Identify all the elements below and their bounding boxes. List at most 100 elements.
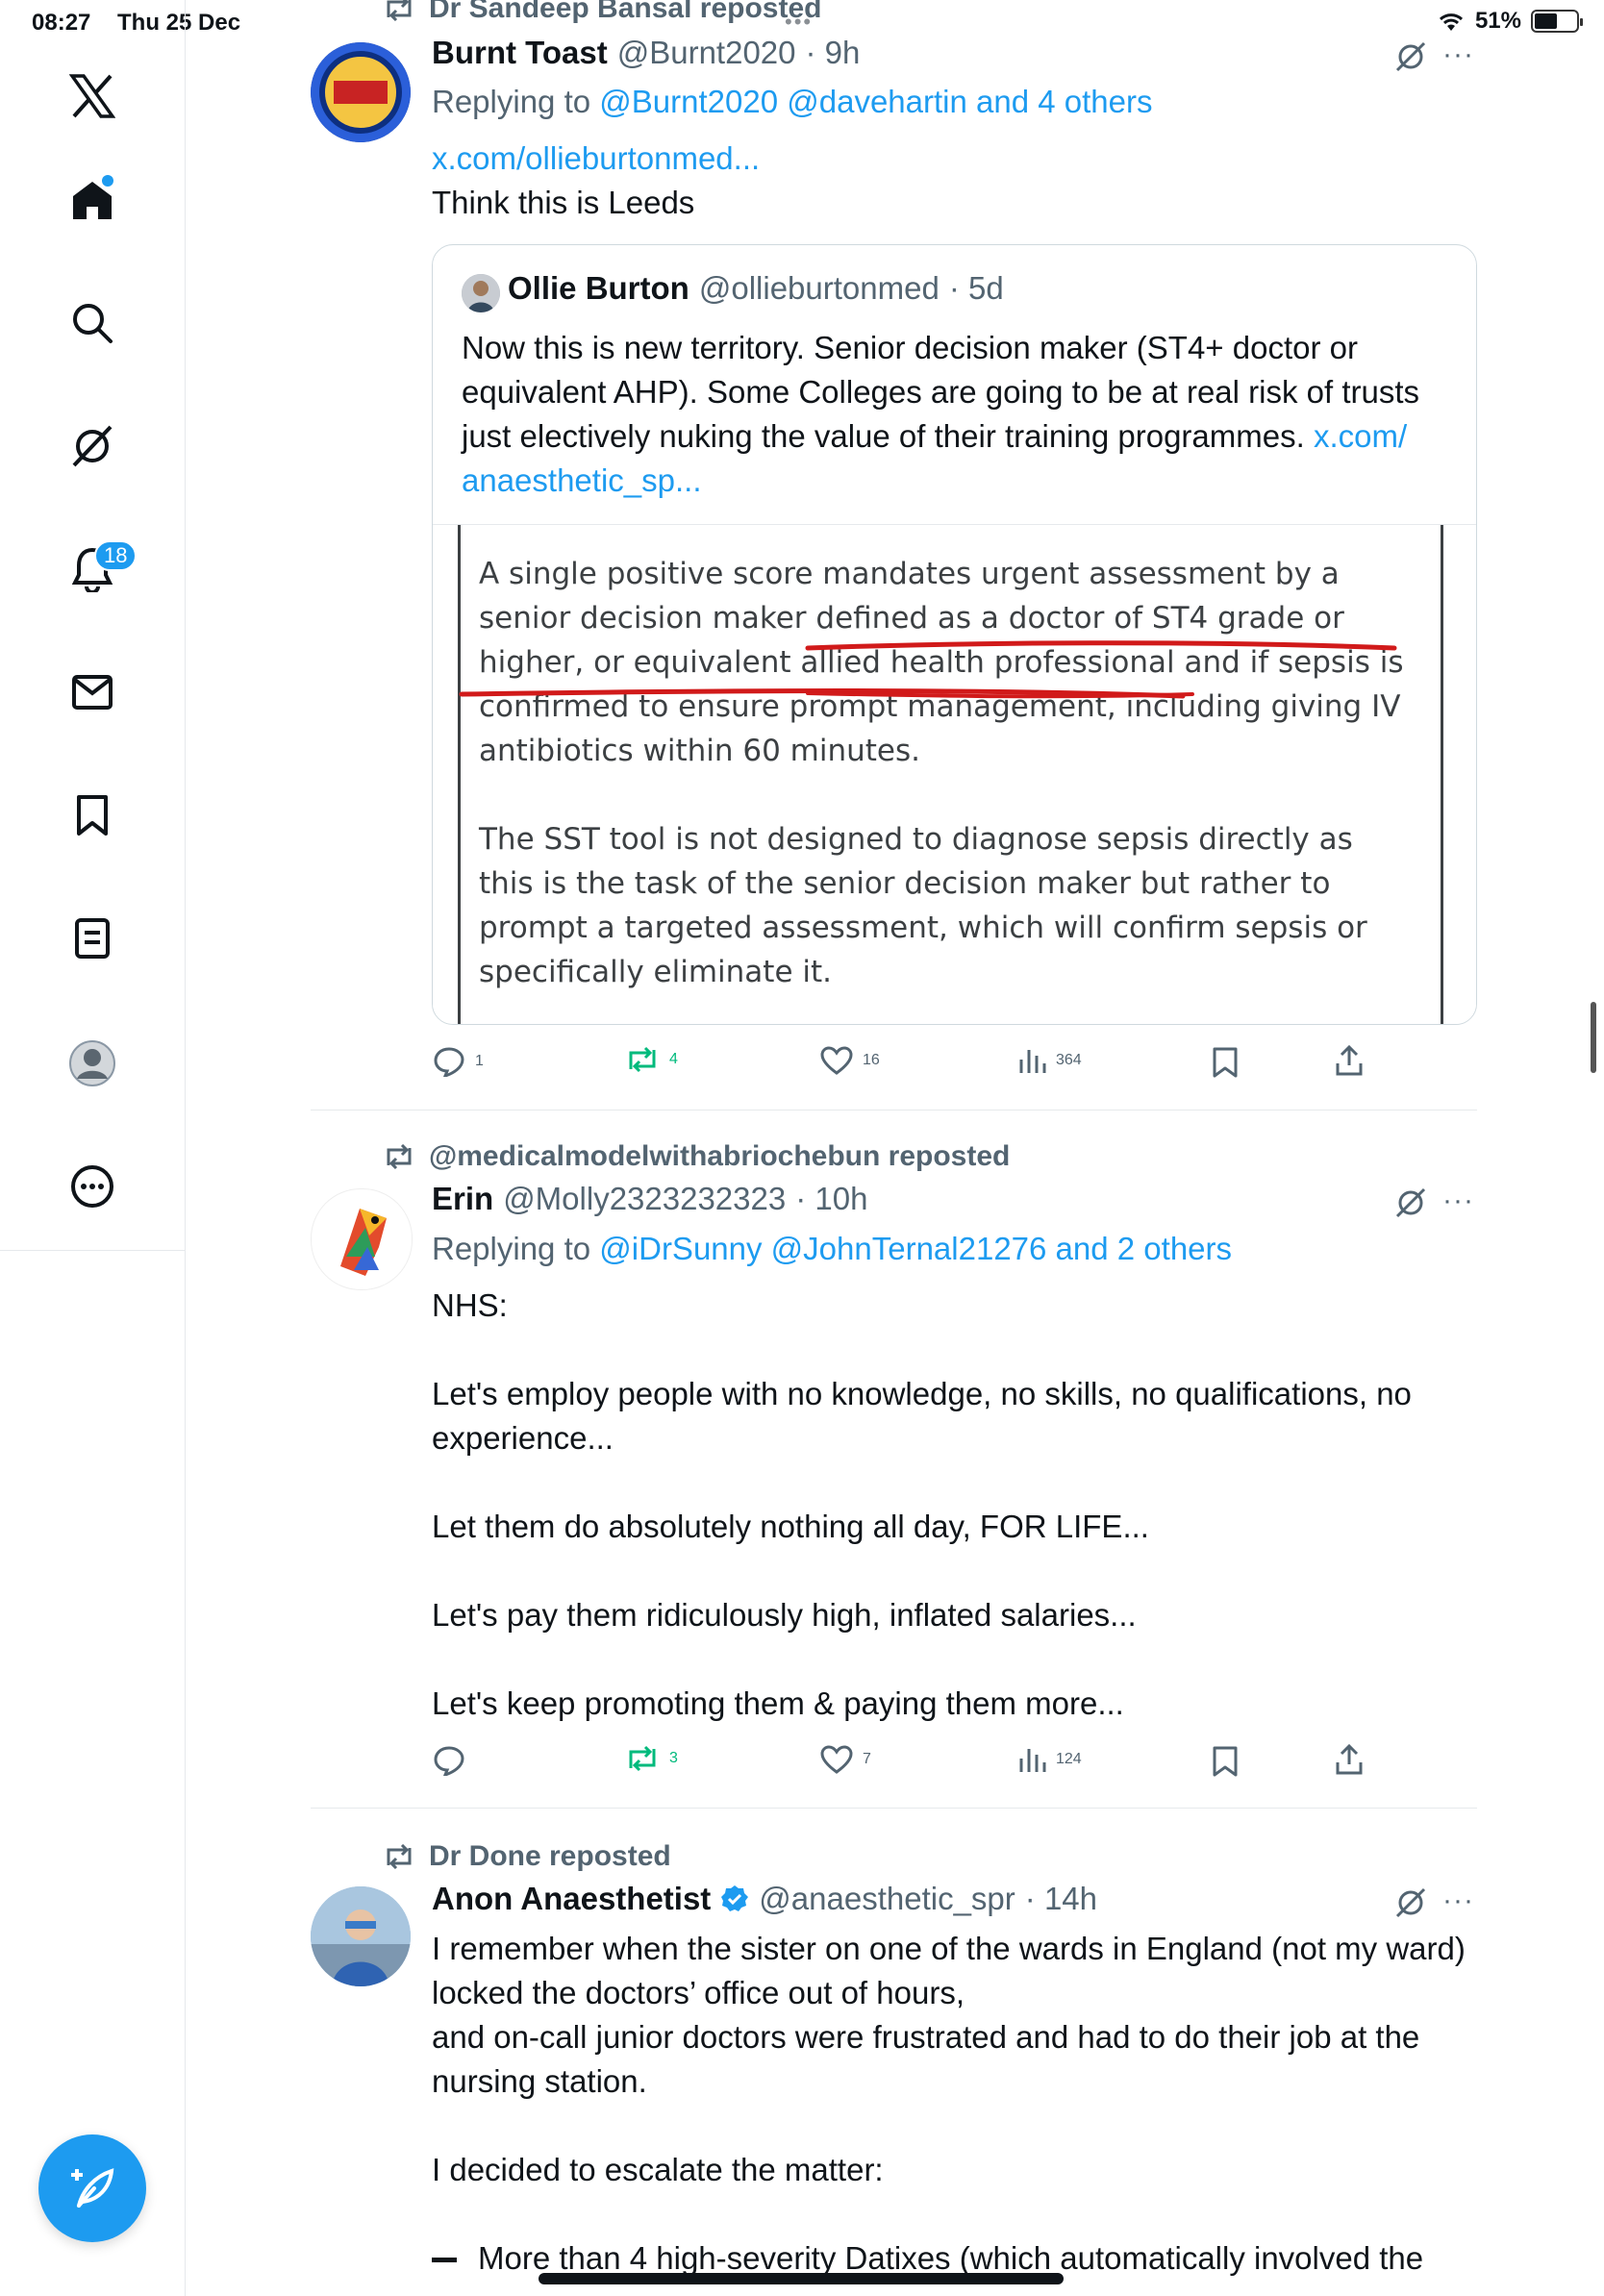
replying-to: Replying to @iDrSunny @JohnTernal21276 a…: [432, 1231, 1232, 1267]
repost-button[interactable]: 3: [625, 1745, 678, 1772]
tweet-body: x.com/ollieburtonmed... Think this is Le…: [432, 137, 1470, 225]
repost-count: 4: [669, 1051, 678, 1067]
bookmark-icon[interactable]: [1212, 1046, 1239, 1079]
compose-feather-icon: [71, 2168, 114, 2208]
repost-by-label: Dr Done reposted: [429, 1840, 671, 1872]
handle[interactable]: @Molly2323232323: [503, 1181, 786, 1217]
grok-icon[interactable]: [1394, 40, 1427, 73]
tweet-link[interactable]: x.com/ollieburtonmed...: [432, 137, 1470, 181]
views-icon: [1019, 1050, 1046, 1073]
repost-icon: [629, 1046, 656, 1073]
display-name[interactable]: Erin: [432, 1181, 493, 1217]
handle[interactable]: @Burnt2020: [617, 35, 796, 71]
quote-header: Ollie Burton @ollieburtonmed · 5d: [508, 270, 1004, 307]
unread-dot: [102, 175, 113, 187]
tweet-body: NHS: Let's employ people with no knowled…: [432, 1287, 1412, 1721]
tweet-header: Erin @Molly2323232323 · 10h: [432, 1181, 867, 1217]
reply-button[interactable]: [433, 1745, 475, 1776]
repost-indicator: Dr Done reposted: [383, 1840, 671, 1873]
heart-icon: [820, 1745, 853, 1774]
avatar[interactable]: [311, 42, 411, 142]
views-button[interactable]: 124: [1017, 1745, 1082, 1774]
profile-icon[interactable]: [63, 1035, 121, 1092]
share-icon[interactable]: [1335, 1044, 1364, 1077]
bookmark-icon[interactable]: [1212, 1745, 1239, 1778]
replying-to: Replying to @Burnt2020 @davehartin and 4…: [432, 84, 1152, 120]
repost-by-label: Dr Sandeep Bansal reposted: [429, 0, 822, 24]
repost-icon: [387, 1144, 412, 1169]
repost-icon: [387, 1844, 412, 1869]
like-button[interactable]: 16: [820, 1046, 880, 1075]
more-options-icon[interactable]: ···: [1442, 1185, 1474, 1217]
quote-avatar: [462, 274, 500, 312]
status-right: 51%: [1437, 8, 1583, 35]
repost-count: 3: [669, 1750, 678, 1766]
more-options-icon[interactable]: ···: [1442, 38, 1474, 71]
home-indicator[interactable]: [539, 2273, 1064, 2284]
quote-link-cont[interactable]: anaesthetic_sp...: [462, 462, 702, 498]
notification-badge: 18: [94, 540, 138, 571]
tweet-header: Anon Anaesthetist @anaesthetic_spr · 14h: [432, 1881, 1097, 1917]
timestamp[interactable]: · 10h: [795, 1181, 867, 1217]
share-icon[interactable]: [1335, 1743, 1364, 1776]
quote-handle: @ollieburtonmed: [698, 270, 940, 306]
grok-icon[interactable]: [1394, 1186, 1427, 1219]
tweet-header: Burnt Toast @Burnt2020 · 9h: [432, 35, 860, 71]
compose-button[interactable]: [38, 2134, 146, 2242]
verified-badge-icon: [721, 1885, 749, 1911]
scrollbar[interactable]: [1591, 1002, 1596, 1073]
views-icon: [1019, 1749, 1046, 1772]
heart-icon: [820, 1046, 853, 1075]
quote-text: Now this is new territory. Senior decisi…: [462, 330, 1420, 498]
repost-button[interactable]: 4: [625, 1046, 678, 1073]
replying-to-users[interactable]: @iDrSunny @JohnTernal21276 and 2 others: [599, 1231, 1232, 1266]
repost-icon: [387, 0, 412, 21]
replying-to-prefix: Replying to: [432, 1231, 591, 1266]
tweet-body: I remember when the sister on one of the…: [432, 1931, 1466, 2276]
tweet-divider: [311, 1808, 1477, 1809]
grok-icon[interactable]: [1394, 1886, 1427, 1919]
lists-icon[interactable]: [63, 910, 121, 967]
avatar[interactable]: [311, 1886, 411, 1986]
timestamp[interactable]: · 14h: [1025, 1881, 1097, 1917]
wifi-icon: [1439, 13, 1463, 31]
sidebar-divider: [0, 1250, 185, 1251]
views-button[interactable]: 364: [1017, 1046, 1082, 1075]
quote-link[interactable]: x.com/: [1314, 418, 1407, 454]
repost-icon: [629, 1745, 656, 1772]
sidebar: 18: [0, 0, 186, 2296]
x-logo-icon[interactable]: [63, 67, 121, 125]
repost-indicator: Dr Sandeep Bansal reposted: [383, 0, 821, 25]
quote-display-name: Ollie Burton: [508, 270, 689, 306]
search-icon[interactable]: [63, 294, 121, 352]
reply-button[interactable]: 1: [433, 1046, 484, 1077]
repost-by-label: @medicalmodelwithabriochebun reposted: [429, 1140, 1011, 1172]
messages-icon[interactable]: [63, 663, 121, 721]
display-name[interactable]: Burnt Toast: [432, 35, 608, 71]
reply-count: 1: [475, 1053, 484, 1069]
avatar[interactable]: [311, 1188, 413, 1290]
tweet-divider: [311, 1110, 1477, 1111]
like-button[interactable]: 7: [820, 1745, 871, 1774]
quote-timestamp: · 5d: [948, 270, 1004, 306]
reply-icon: [434, 1746, 464, 1776]
display-name[interactable]: Anon Anaesthetist: [432, 1881, 711, 1917]
replying-to-users[interactable]: @Burnt2020 @davehartin and 4 others: [599, 84, 1152, 119]
reply-icon: [434, 1047, 464, 1077]
more-options-icon[interactable]: ···: [1442, 1884, 1474, 1917]
bullet-dash: [432, 2258, 457, 2262]
handle[interactable]: @anaesthetic_spr: [759, 1881, 1015, 1917]
timestamp[interactable]: · 9h: [806, 35, 861, 71]
more-icon[interactable]: [63, 1158, 121, 1215]
like-count: 16: [863, 1052, 880, 1068]
tweet-text: Think this is Leeds: [432, 185, 695, 220]
battery-icon: [1531, 10, 1583, 33]
grok-icon[interactable]: [63, 417, 121, 475]
battery-percent: 51%: [1474, 8, 1521, 34]
quoted-tweet[interactable]: Ollie Burton @ollieburtonmed · 5d Now th…: [432, 244, 1477, 1025]
quote-image[interactable]: A single positive score mandates urgent …: [433, 524, 1476, 1024]
views-count: 124: [1056, 1751, 1082, 1767]
bookmarks-icon[interactable]: [63, 786, 121, 844]
views-count: 364: [1056, 1052, 1082, 1068]
red-underline-annotation: [459, 640, 1397, 699]
